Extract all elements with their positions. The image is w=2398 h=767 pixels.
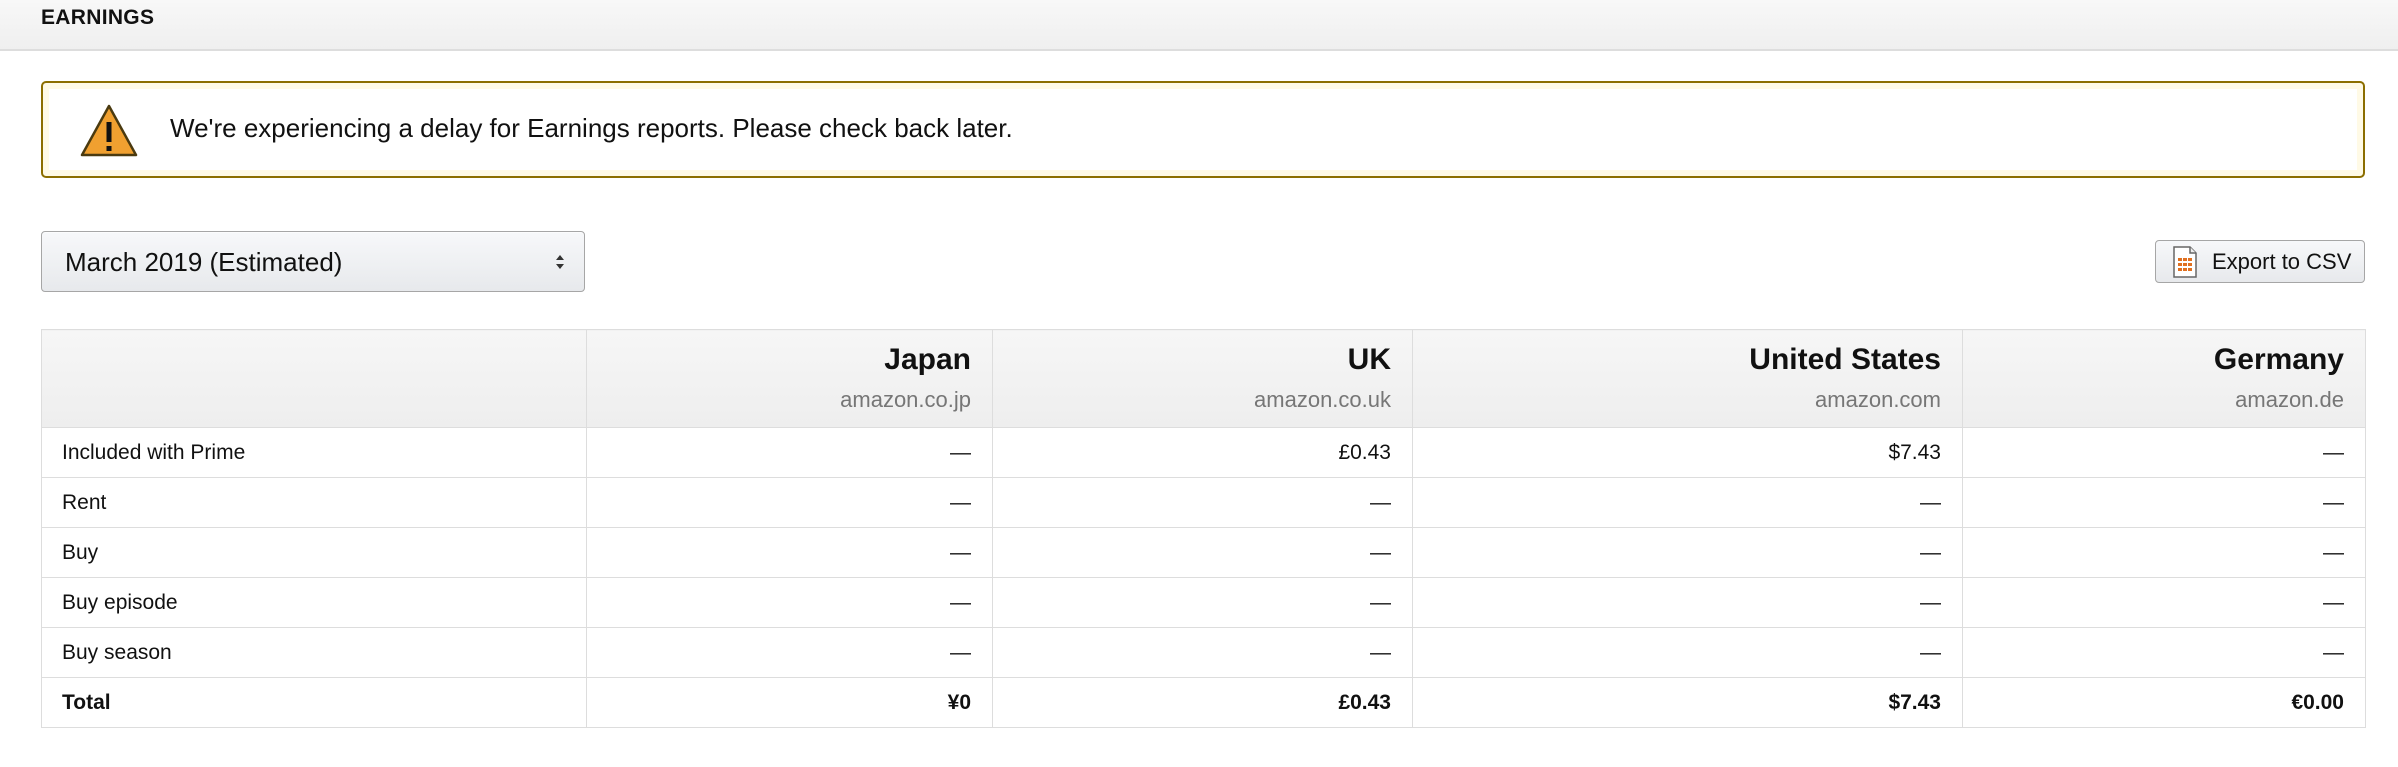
total-label: Total bbox=[41, 677, 587, 728]
row-label: Buy season bbox=[41, 627, 587, 678]
country-name: Germany bbox=[2213, 343, 2344, 376]
period-select-value: March 2019 (Estimated) bbox=[65, 247, 343, 277]
row-label: Rent bbox=[41, 477, 587, 528]
table-cell: £0.43 bbox=[992, 427, 1413, 478]
period-select[interactable]: March 2019 (Estimated) bbox=[41, 231, 585, 292]
csv-file-icon bbox=[2173, 246, 2197, 278]
table-cell: — bbox=[1962, 527, 2366, 578]
table-header-row: Japan amazon.co.jp UK amazon.co.uk Unite… bbox=[41, 329, 2366, 428]
table-row: Included with Prime — £0.43 $7.43 — bbox=[41, 427, 2366, 478]
table-cell: — bbox=[1412, 577, 1963, 628]
country-name: UK bbox=[1347, 343, 1391, 376]
section-title: EARNINGS bbox=[41, 6, 155, 29]
total-cell: $7.43 bbox=[1412, 677, 1963, 728]
warning-alert: We're experiencing a delay for Earnings … bbox=[41, 81, 2365, 178]
country-domain: amazon.com bbox=[1815, 387, 1941, 412]
table-cell: — bbox=[586, 627, 993, 678]
column-header-japan: Japan amazon.co.jp bbox=[586, 329, 993, 428]
table-cell: — bbox=[586, 577, 993, 628]
total-cell: €0.00 bbox=[1962, 677, 2366, 728]
earnings-page: EARNINGS We're experiencing a delay for … bbox=[0, 0, 2398, 767]
country-name: Japan bbox=[884, 343, 971, 376]
country-name: United States bbox=[1749, 343, 1941, 376]
table-cell: — bbox=[1962, 477, 2366, 528]
row-label: Included with Prime bbox=[41, 427, 587, 478]
export-csv-label: Export to CSV bbox=[2212, 249, 2352, 274]
warning-icon bbox=[80, 104, 138, 157]
table-cell: — bbox=[1412, 627, 1963, 678]
total-row: Total ¥0 £0.43 $7.43 €0.00 bbox=[41, 677, 2366, 728]
total-cell: £0.43 bbox=[992, 677, 1413, 728]
table-cell: — bbox=[586, 527, 993, 578]
table-cell: — bbox=[992, 627, 1413, 678]
column-header-united-states: United States amazon.com bbox=[1412, 329, 1963, 428]
total-cell: ¥0 bbox=[586, 677, 993, 728]
country-domain: amazon.co.uk bbox=[1254, 387, 1391, 412]
earnings-table: Japan amazon.co.jp UK amazon.co.uk Unite… bbox=[41, 329, 2366, 728]
table-cell: — bbox=[1412, 527, 1963, 578]
table-cell: — bbox=[992, 477, 1413, 528]
table-cell: $7.43 bbox=[1412, 427, 1963, 478]
alert-message: We're experiencing a delay for Earnings … bbox=[170, 113, 1013, 143]
column-header-germany: Germany amazon.de bbox=[1962, 329, 2366, 428]
table-row: Rent — — — — bbox=[41, 477, 2366, 528]
export-csv-button[interactable]: Export to CSV bbox=[2155, 240, 2365, 283]
table-cell: — bbox=[1412, 477, 1963, 528]
select-arrows-icon bbox=[556, 255, 564, 269]
section-header: EARNINGS bbox=[0, 0, 2398, 51]
header-empty-cell bbox=[41, 329, 587, 428]
table-cell: — bbox=[586, 427, 993, 478]
country-domain: amazon.co.jp bbox=[840, 387, 971, 412]
row-label: Buy episode bbox=[41, 577, 587, 628]
table-row: Buy season — — — — bbox=[41, 627, 2366, 678]
row-label: Buy bbox=[41, 527, 587, 578]
table-cell: — bbox=[1962, 577, 2366, 628]
table-cell: — bbox=[586, 477, 993, 528]
table-cell: — bbox=[1962, 427, 2366, 478]
table-cell: — bbox=[992, 577, 1413, 628]
column-header-uk: UK amazon.co.uk bbox=[992, 329, 1413, 428]
table-row: Buy episode — — — — bbox=[41, 577, 2366, 628]
table-cell: — bbox=[992, 527, 1413, 578]
table-row: Buy — — — — bbox=[41, 527, 2366, 578]
country-domain: amazon.de bbox=[2235, 387, 2344, 412]
table-cell: — bbox=[1962, 627, 2366, 678]
